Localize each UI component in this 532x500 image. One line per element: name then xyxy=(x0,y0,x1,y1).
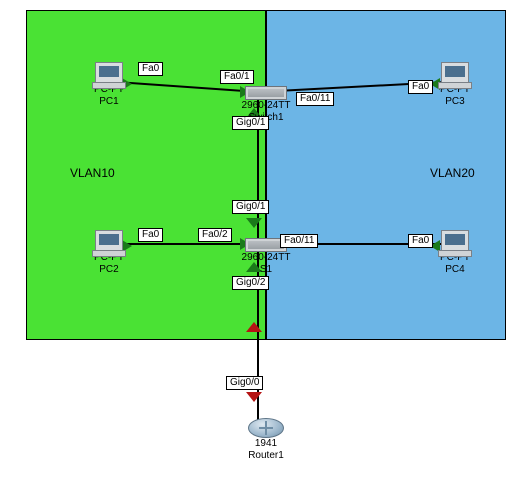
device-pc1[interactable]: PC-PT PC1 xyxy=(80,62,138,108)
device-type-label: 2960-24TT xyxy=(236,252,296,264)
pc-icon xyxy=(95,62,123,84)
device-type-label: 2960-24TT xyxy=(236,100,296,112)
port-label: Gig0/2 xyxy=(232,276,269,290)
device-name-label: PC2 xyxy=(80,264,138,276)
port-label: Fa0/11 xyxy=(280,234,318,248)
pc-icon xyxy=(441,62,469,84)
port-label: Fa0/2 xyxy=(198,228,232,242)
device-pc3[interactable]: PC-PT PC3 xyxy=(426,62,484,108)
device-name-label: PC4 xyxy=(426,264,484,276)
port-label: Fa0 xyxy=(408,234,433,248)
device-type-label: 1941 xyxy=(238,438,294,450)
device-name-label: Router1 xyxy=(238,450,294,462)
device-pc2[interactable]: PC-PT PC2 xyxy=(80,230,138,276)
port-label: Gig0/0 xyxy=(226,376,263,390)
vlan10-label: VLAN10 xyxy=(70,166,115,180)
switch-icon xyxy=(245,86,287,100)
pc-icon xyxy=(441,230,469,252)
port-label: Gig0/1 xyxy=(232,116,269,130)
port-label: Fa0/11 xyxy=(296,92,334,106)
port-label: Fa0 xyxy=(138,228,163,242)
port-label: Gig0/1 xyxy=(232,200,269,214)
device-pc4[interactable]: PC-PT PC4 xyxy=(426,230,484,276)
port-label: Fa0 xyxy=(408,80,433,94)
device-name-label: S1 xyxy=(236,264,296,276)
device-router1[interactable]: 1941 Router1 xyxy=(238,418,294,462)
device-name-label: PC3 xyxy=(426,96,484,108)
packet-tracer-diagram: PC-PT PC1 PC-PT PC3 2960-24TT Switch1 PC… xyxy=(0,0,532,500)
router-icon xyxy=(248,418,284,438)
device-name-label: PC1 xyxy=(80,96,138,108)
pc-icon xyxy=(95,230,123,252)
port-label: Fa0/1 xyxy=(220,70,254,84)
vlan20-label: VLAN20 xyxy=(430,166,475,180)
port-label: Fa0 xyxy=(138,62,163,76)
